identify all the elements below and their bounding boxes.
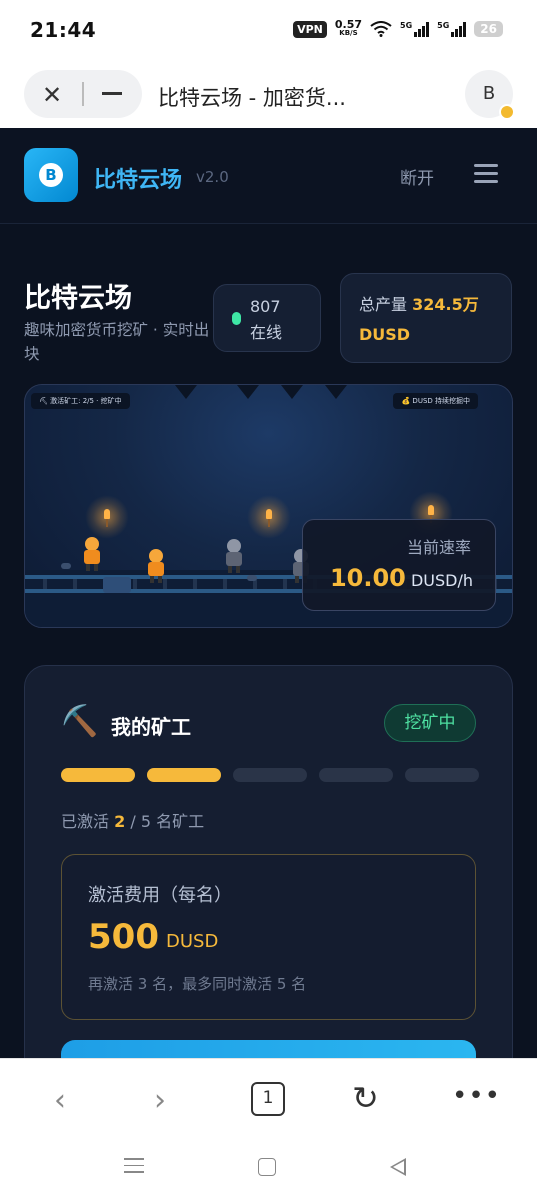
browser-toolbar: ✕ 比特云场 - 加密货... B [0,60,537,128]
system-back-icon[interactable] [390,1158,406,1176]
network-speed-unit: KB/S [339,29,358,37]
torch-icon [247,495,291,539]
online-label: 在线 [250,323,283,342]
current-rate-panel: 当前速率 10.00 DUSD/h [302,519,496,611]
my-miners-card: ⛏️ 我的矿工 挖矿中 已激活 2 / 5 名矿工 激活费用（每名） 500 D… [24,665,513,1058]
network-speed-value: 0.57 [334,18,363,31]
battery-icon: 26 [474,21,503,37]
web-page: B 比特云场 v2.0 断开 比特云场 趣味加密货币挖矿 · 实时出块 807 … [0,128,537,1058]
rate-value-line: 10.00 DUSD/h [330,564,473,592]
close-icon[interactable]: ✕ [42,81,62,109]
count-prefix: 已激活 [61,812,110,831]
version-label: v2.0 [196,168,229,186]
mine-cart-icon [103,577,131,593]
activated-count: 已激活 2 / 5 名矿工 [61,808,204,832]
vpn-icon: VPN [293,20,327,38]
fee-amount: 500 [88,917,159,957]
status-bar: 21:44 VPN 0.57 KB/S 5G 5G 26 [0,0,537,60]
signal-icon-2: 5G [437,21,467,37]
mining-status-badge: 挖矿中 [384,704,476,742]
hamburger-menu-icon[interactable] [474,164,498,184]
count-active: 2 [114,812,126,831]
miner-slot-empty [319,768,393,782]
network-speed: 0.57 KB/S [334,18,363,38]
account-avatar[interactable]: B [465,70,515,120]
online-users-card: 807 在线 [213,284,321,352]
system-navigation-bar [0,1140,537,1199]
activate-miner-button[interactable] [61,1040,476,1058]
stalactite [325,385,347,399]
reload-icon[interactable]: ↻ [352,1079,379,1117]
miner-slots-progress [61,768,479,782]
recents-icon[interactable] [124,1158,144,1178]
home-icon[interactable] [258,1158,276,1176]
tabs-button[interactable]: 1 [251,1082,285,1116]
miner-slot-active [61,768,135,782]
miners-title: 我的矿工 [111,715,191,739]
production-unit: DUSD [359,325,411,344]
fee-unit: DUSD [166,931,219,952]
stalactite [175,385,197,399]
account-initial: B [482,83,496,104]
wifi-icon [370,21,392,37]
rate-value: 10.00 [329,564,406,592]
online-dot-icon [232,312,241,325]
miner-active-icon [81,537,103,571]
miner-slot-empty [233,768,307,782]
production-value: 324.5万 [412,295,479,314]
back-arrow-icon[interactable]: ‹ [54,1083,66,1118]
miner-active-icon [145,549,167,583]
forward-arrow-icon[interactable]: › [154,1083,166,1118]
signal-icon-1: 5G [400,21,430,37]
active-miners-tag: ⛏ 激活矿工: 2/5 · 挖矿中 [31,393,130,409]
rock [61,563,71,569]
status-time: 21:44 [30,18,97,42]
tab-controls: ✕ [24,70,142,118]
mining-status-tag: 💰 DUSD 持续挖掘中 [393,393,478,409]
divider [82,82,84,106]
miner-slot-empty [405,768,479,782]
logo-glyph: B [39,163,63,187]
rate-label: 当前速率 [406,538,471,557]
mining-scene: ⛏ 激活矿工: 2/5 · 挖矿中 💰 DUSD 持续挖掘中 当前速率 10.0… [24,384,513,628]
more-options-icon[interactable]: ••• [452,1081,501,1111]
page-title[interactable]: 比特云场 - 加密货... [158,82,346,112]
brand-name: 比特云场 [94,168,183,193]
total-production-card: 总产量 324.5万 DUSD [340,273,512,363]
signal-2-label: 5G [437,21,450,30]
signal-1-label: 5G [400,21,413,30]
hero-subtitle: 趣味加密货币挖矿 · 实时出块 [24,321,210,363]
pickaxe-icon: ⛏️ [61,704,99,739]
stalactite [281,385,303,399]
disconnect-button[interactable]: 断开 [400,164,434,189]
binance-badge-icon [499,104,515,120]
bitcoin-logo-icon[interactable]: B [24,148,78,202]
activation-fee-box: 激活费用（每名） 500 DUSD 再激活 3 名，最多同时激活 5 名 [61,854,476,1020]
torch-icon [85,495,129,539]
minimize-icon[interactable] [102,92,122,95]
browser-bottom-bar: ‹ › 1 ↻ ••• [0,1058,537,1140]
rate-unit: DUSD/h [410,571,473,590]
miner-idle-icon [223,539,245,573]
site-header: B 比特云场 v2.0 断开 [0,128,537,224]
fee-note: 再激活 3 名，最多同时激活 5 名 [88,975,307,993]
production-label: 总产量 [359,295,408,314]
hero-title: 比特云场 [24,283,132,314]
online-count: 807 [250,297,281,316]
count-suffix: / 5 名矿工 [130,812,205,831]
stalactite [237,385,259,399]
miner-slot-active [147,768,221,782]
status-icons: VPN 0.57 KB/S 5G 5G 26 [293,18,503,38]
fee-label: 激活费用（每名） [88,885,232,906]
rock [247,575,257,581]
